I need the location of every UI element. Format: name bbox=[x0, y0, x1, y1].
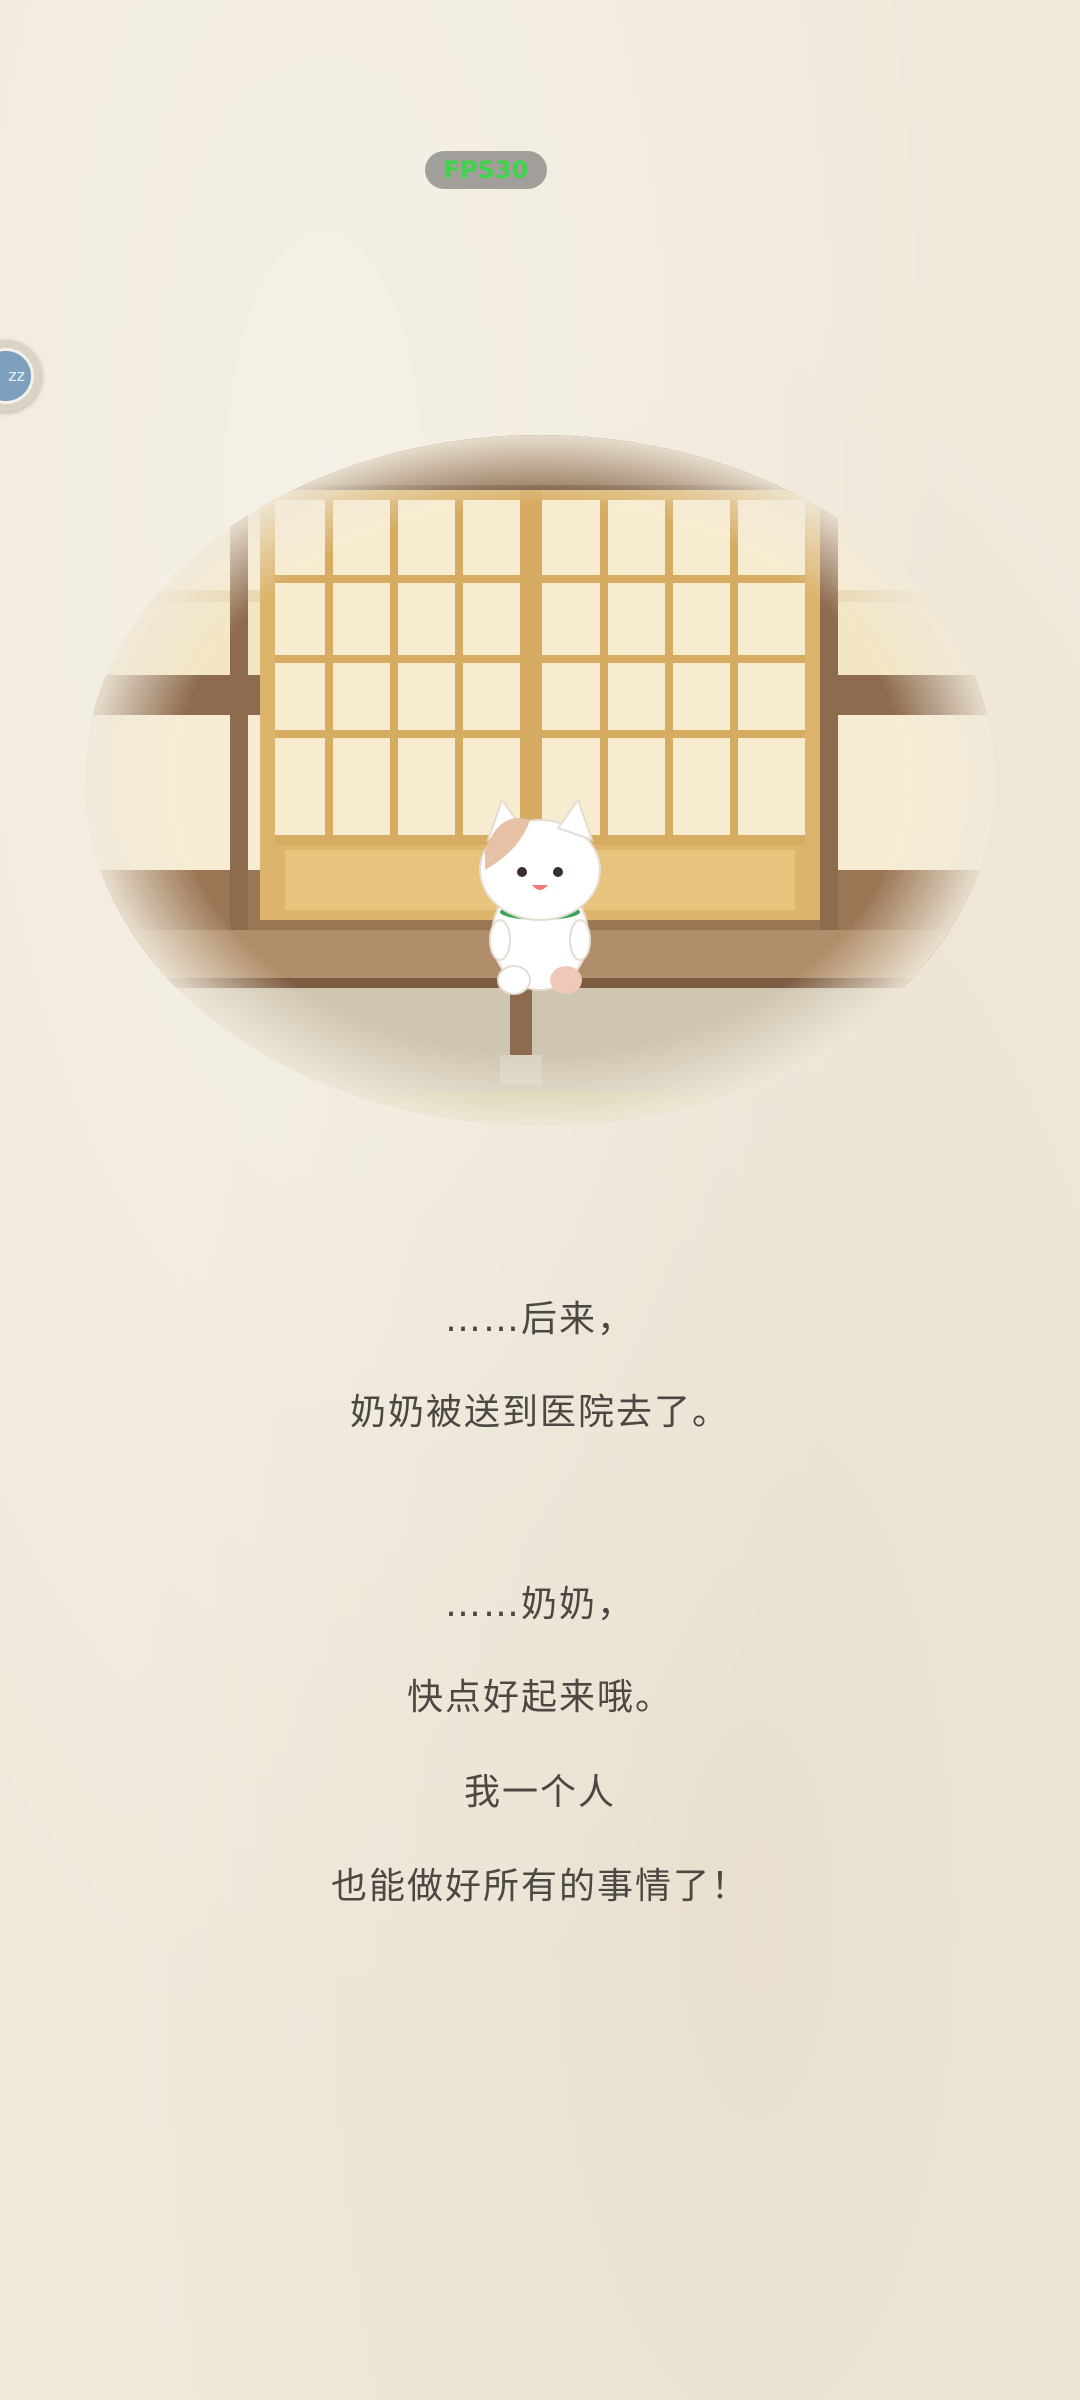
story-line-1: ……后来， bbox=[444, 1299, 635, 1340]
story-line-4: 快点好起来哦。 bbox=[406, 1677, 673, 1718]
story-line-6: 也能做好所有的事情了！ bbox=[330, 1866, 749, 1907]
game-screen[interactable]: FPS30 zz ……后来， 奶奶被送到医院去了。 ……奶奶， 快点好起来哦。 … bbox=[0, 0, 1080, 2400]
story-line-5: 我一个人 bbox=[463, 1772, 616, 1813]
floating-assistant-button[interactable]: zz bbox=[0, 340, 42, 412]
fps-counter-badge: FPS30 bbox=[425, 151, 547, 189]
floating-assistant-label: zz bbox=[0, 348, 34, 404]
story-line-3: ……奶奶， bbox=[444, 1584, 635, 1625]
cat-on-porch-illustration bbox=[80, 430, 1000, 1130]
story-line-2: 奶奶被送到医院去了。 bbox=[349, 1392, 730, 1433]
